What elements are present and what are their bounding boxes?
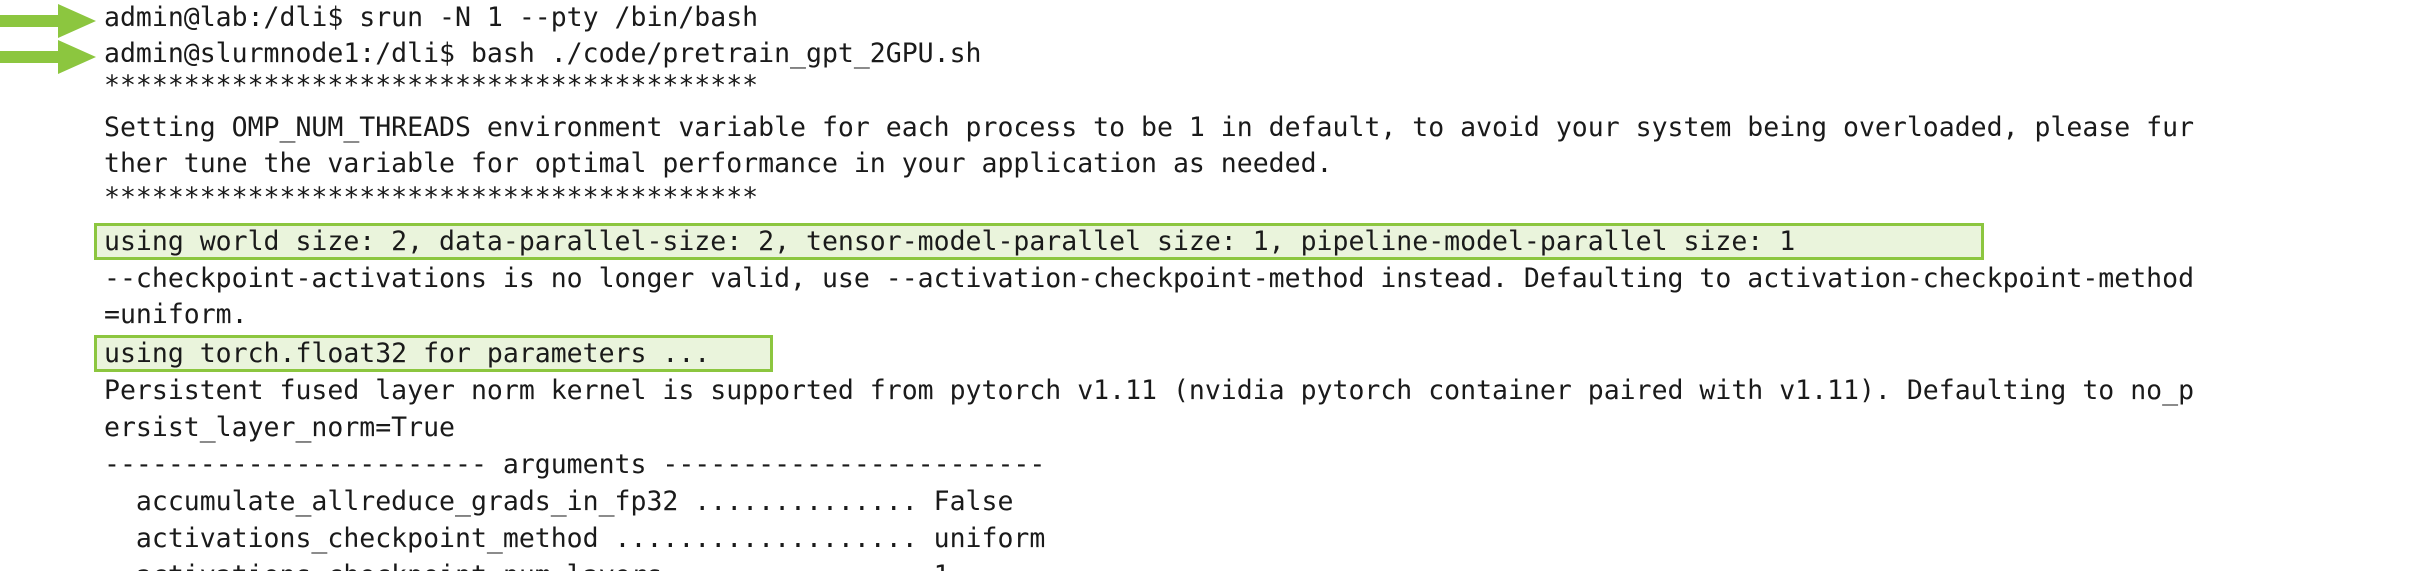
arrow-right-icon	[0, 40, 96, 74]
world-size-line: using world size: 2, data-parallel-size:…	[104, 226, 1796, 257]
terminal-window[interactable]: admin@lab:/dli$ srun -N 1 --pty /bin/bas…	[0, 0, 2428, 571]
output-line: Persistent fused layer norm kernel is su…	[104, 375, 2195, 406]
arrow-right-icon	[0, 4, 96, 38]
separator-line: ****************************************…	[104, 70, 759, 101]
separator-line: ****************************************…	[104, 182, 759, 213]
output-line: ther tune the variable for optimal perfo…	[104, 148, 1333, 179]
float32-line: using torch.float32 for parameters ...	[104, 338, 711, 369]
output-line: =uniform.	[104, 299, 248, 330]
argument-row: accumulate_allreduce_grads_in_fp32 .....…	[104, 486, 1014, 517]
output-line: Setting OMP_NUM_THREADS environment vari…	[104, 112, 2195, 143]
argument-row: activations_checkpoint_method ..........…	[104, 523, 1046, 554]
right-edge	[2408, 0, 2428, 571]
arguments-header: ------------------------ arguments -----…	[104, 449, 1046, 480]
output-line: --checkpoint-activations is no longer va…	[104, 263, 2195, 294]
command-line-srun: admin@lab:/dli$ srun -N 1 --pty /bin/bas…	[104, 2, 759, 33]
command-line-pretrain: admin@slurmnode1:/dli$ bash ./code/pretr…	[104, 38, 982, 69]
argument-row: activations_checkpoint_num_layers ......…	[104, 558, 950, 571]
output-line: ersist_layer_norm=True	[104, 412, 455, 443]
